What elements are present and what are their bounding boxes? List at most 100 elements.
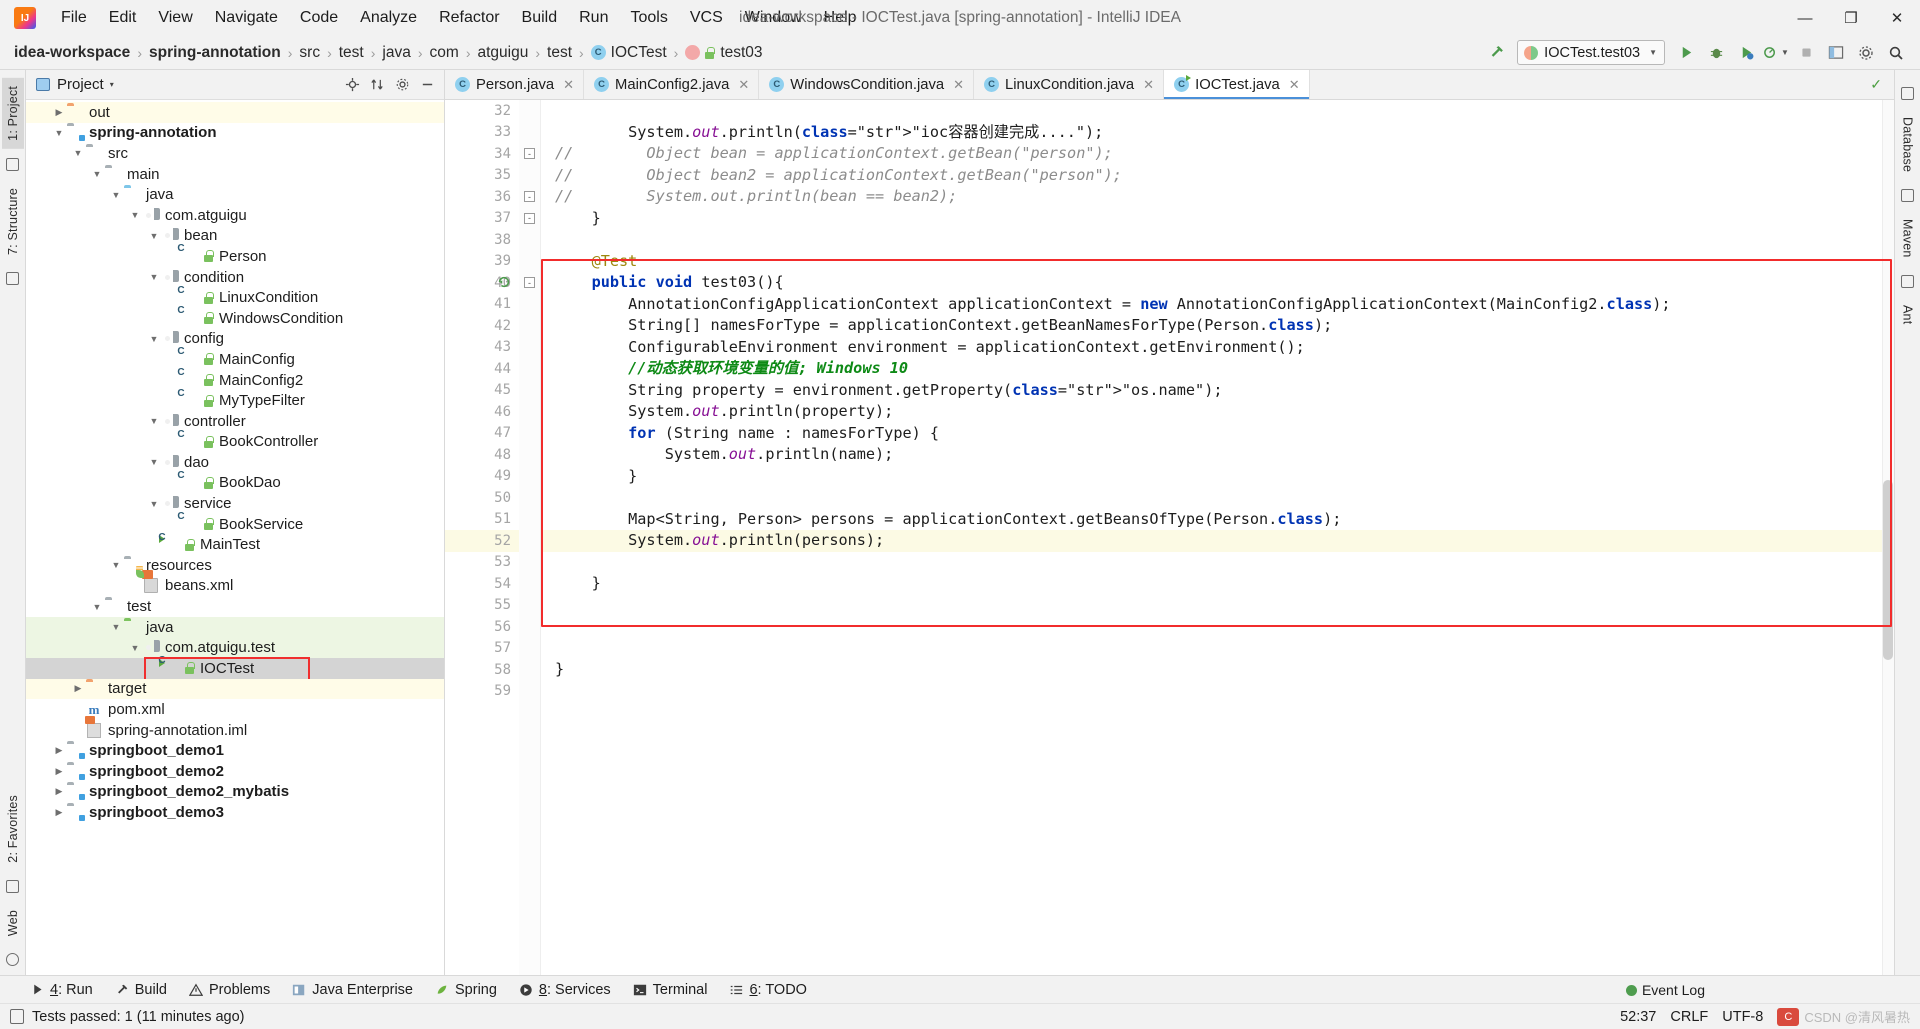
tree-item-test[interactable]: ▼ test	[26, 596, 444, 617]
tool-window-todo[interactable]: 6: TODO	[720, 979, 816, 1001]
tree-item-config[interactable]: ▼ config	[26, 329, 444, 350]
fold-toggle-icon[interactable]: -	[524, 148, 535, 159]
breadcrumb-item-com[interactable]: com	[430, 44, 459, 62]
tab-linuxcondition-java[interactable]: LinuxCondition.java ✕	[974, 70, 1165, 99]
code-line[interactable]	[555, 487, 1882, 509]
tool-window-spring[interactable]: Spring	[426, 979, 506, 1001]
collapse-arrow-icon[interactable]: ▼	[146, 457, 162, 467]
search-icon[interactable]	[1882, 40, 1910, 66]
close-icon[interactable]: ✕	[563, 77, 574, 93]
caret-position[interactable]: 52:37	[1620, 1009, 1656, 1025]
breadcrumb-item-test03[interactable]: test03	[685, 44, 763, 62]
hide-panel-icon[interactable]	[416, 74, 438, 96]
tab-ioctest-java[interactable]: IOCTest.java ✕	[1164, 70, 1310, 99]
sidebar-item-structure[interactable]: 7: Structure	[2, 180, 24, 263]
code-line[interactable]: System.out.println(property);	[555, 401, 1882, 423]
collapse-arrow-icon[interactable]: ▼	[127, 643, 143, 653]
code-line[interactable]	[555, 229, 1882, 251]
menu-item-edit[interactable]: Edit	[98, 5, 148, 31]
tree-item-springboot-demo2-mybatis[interactable]: ▶ springboot_demo2_mybatis	[26, 782, 444, 803]
sidebar-item-maven[interactable]: Maven	[1897, 211, 1919, 266]
breadcrumb-item-test[interactable]: test	[547, 44, 572, 62]
tool-window-problems[interactable]: Problems	[180, 979, 279, 1001]
stop-button[interactable]	[1792, 40, 1820, 66]
run-test-gutter-icon[interactable]	[497, 275, 511, 293]
tree-item-src[interactable]: ▼ src	[26, 143, 444, 164]
tree-item-mainconfig[interactable]: MainConfig	[26, 349, 444, 370]
tree-item-java[interactable]: ▼ java	[26, 616, 444, 638]
breadcrumb-item-spring-annotation[interactable]: spring-annotation	[149, 44, 281, 62]
tree-item-linuxcondition[interactable]: LinuxCondition	[26, 287, 444, 308]
tab-person-java[interactable]: Person.java ✕	[445, 70, 585, 99]
tree-item-com-atguigu-test[interactable]: ▼ com.atguigu.test	[26, 637, 444, 659]
collapse-arrow-icon[interactable]: ▼	[108, 560, 124, 570]
tool-window-terminal[interactable]: Terminal	[624, 979, 717, 1001]
collapse-arrow-icon[interactable]: ▼	[108, 622, 124, 632]
layout-icon[interactable]	[1822, 40, 1850, 66]
tree-item-windowscondition[interactable]: WindowsCondition	[26, 308, 444, 329]
expand-arrow-icon[interactable]: ▶	[51, 766, 67, 777]
code-line[interactable]: // Object bean2 = applicationContext.get…	[555, 165, 1882, 187]
editor-scrollbar[interactable]	[1883, 480, 1893, 660]
menu-item-build[interactable]: Build	[511, 5, 569, 31]
profile-button[interactable]: ▼	[1762, 40, 1790, 66]
tree-item-bookservice[interactable]: BookService	[26, 514, 444, 535]
code-line[interactable]: String[] namesForType = applicationConte…	[555, 315, 1882, 337]
menu-item-tools[interactable]: Tools	[619, 5, 678, 31]
tree-item-main[interactable]: ▼ main	[26, 164, 444, 185]
run-button[interactable]	[1672, 40, 1700, 66]
tool-window-build[interactable]: Build	[106, 979, 176, 1001]
event-log-button[interactable]: Event Log	[1625, 982, 1705, 998]
sidebar-item-favorites[interactable]: 2: Favorites	[2, 787, 24, 871]
file-encoding[interactable]: UTF-8	[1722, 1009, 1763, 1025]
code-line[interactable]: }	[555, 573, 1882, 595]
tool-window-java-enterprise[interactable]: Java Enterprise	[283, 979, 422, 1001]
expand-arrow-icon[interactable]: ▶	[51, 807, 67, 818]
tree-item-spring-annotation[interactable]: ▼ spring-annotation	[26, 123, 444, 144]
expand-arrow-icon[interactable]: ▶	[70, 683, 86, 694]
tool-window-run[interactable]: 4: Run	[22, 979, 102, 1001]
tree-item-maintest[interactable]: MainTest	[26, 534, 444, 555]
maximize-button[interactable]: ❐	[1828, 1, 1874, 35]
fold-toggle-icon[interactable]: -	[524, 191, 535, 202]
tree-item-bookdao[interactable]: BookDao	[26, 473, 444, 494]
menu-item-navigate[interactable]: Navigate	[204, 5, 289, 31]
breadcrumb-item-java[interactable]: java	[382, 44, 410, 62]
expand-arrow-icon[interactable]: ▶	[51, 745, 67, 756]
line-separator[interactable]: CRLF	[1670, 1009, 1708, 1025]
tree-item-springboot-demo1[interactable]: ▶ springboot_demo1	[26, 740, 444, 761]
menu-item-refactor[interactable]: Refactor	[428, 5, 510, 31]
fold-toggle-icon[interactable]: -	[524, 212, 535, 224]
tree-item-dao[interactable]: ▼ dao	[26, 452, 444, 473]
close-icon[interactable]: ✕	[1143, 77, 1154, 93]
tree-item-controller[interactable]: ▼ controller	[26, 411, 444, 432]
code-line[interactable]: }	[555, 466, 1882, 488]
tree-item-java[interactable]: ▼ java	[26, 184, 444, 205]
tree-item-mainconfig2[interactable]: MainConfig2	[26, 370, 444, 391]
collapse-arrow-icon[interactable]: ▼	[127, 210, 143, 220]
code-line[interactable]: ConfigurableEnvironment environment = ap…	[555, 337, 1882, 359]
tree-item-com-atguigu[interactable]: ▼ com.atguigu	[26, 205, 444, 226]
menu-item-code[interactable]: Code	[289, 5, 349, 31]
sidebar-item-project[interactable]: 1: Project	[1, 78, 24, 149]
tree-item-bean[interactable]: ▼ bean	[26, 226, 444, 247]
collapse-arrow-icon[interactable]: ▼	[89, 602, 105, 612]
chevron-down-icon[interactable]: ▾	[110, 80, 114, 89]
code-line[interactable]: //动态获取环境变量的值; Windows 10	[555, 358, 1882, 380]
close-button[interactable]: ✕	[1874, 1, 1920, 35]
menu-item-vcs[interactable]: VCS	[679, 5, 734, 31]
collapse-arrow-icon[interactable]: ▼	[146, 499, 162, 509]
tree-item-service[interactable]: ▼ service	[26, 493, 444, 514]
expand-arrow-icon[interactable]: ▶	[51, 107, 67, 118]
collapse-arrow-icon[interactable]: ▼	[51, 128, 67, 138]
collapse-arrow-icon[interactable]: ▼	[146, 272, 162, 282]
breadcrumb-item-ioctest[interactable]: IOCTest	[590, 44, 667, 62]
collapse-arrow-icon[interactable]: ▼	[89, 169, 105, 179]
collapse-arrow-icon[interactable]: ▼	[146, 416, 162, 426]
code-line[interactable]	[555, 638, 1882, 660]
code-line[interactable]: // System.out.println(bean == bean2);	[555, 186, 1882, 208]
close-icon[interactable]: ✕	[953, 77, 964, 93]
breadcrumb-item-atguigu[interactable]: atguigu	[477, 44, 528, 62]
tree-item-beans-xml[interactable]: beans.xml	[26, 570, 444, 597]
run-configuration-selector[interactable]: IOCTest.test03 ▼	[1517, 40, 1665, 65]
